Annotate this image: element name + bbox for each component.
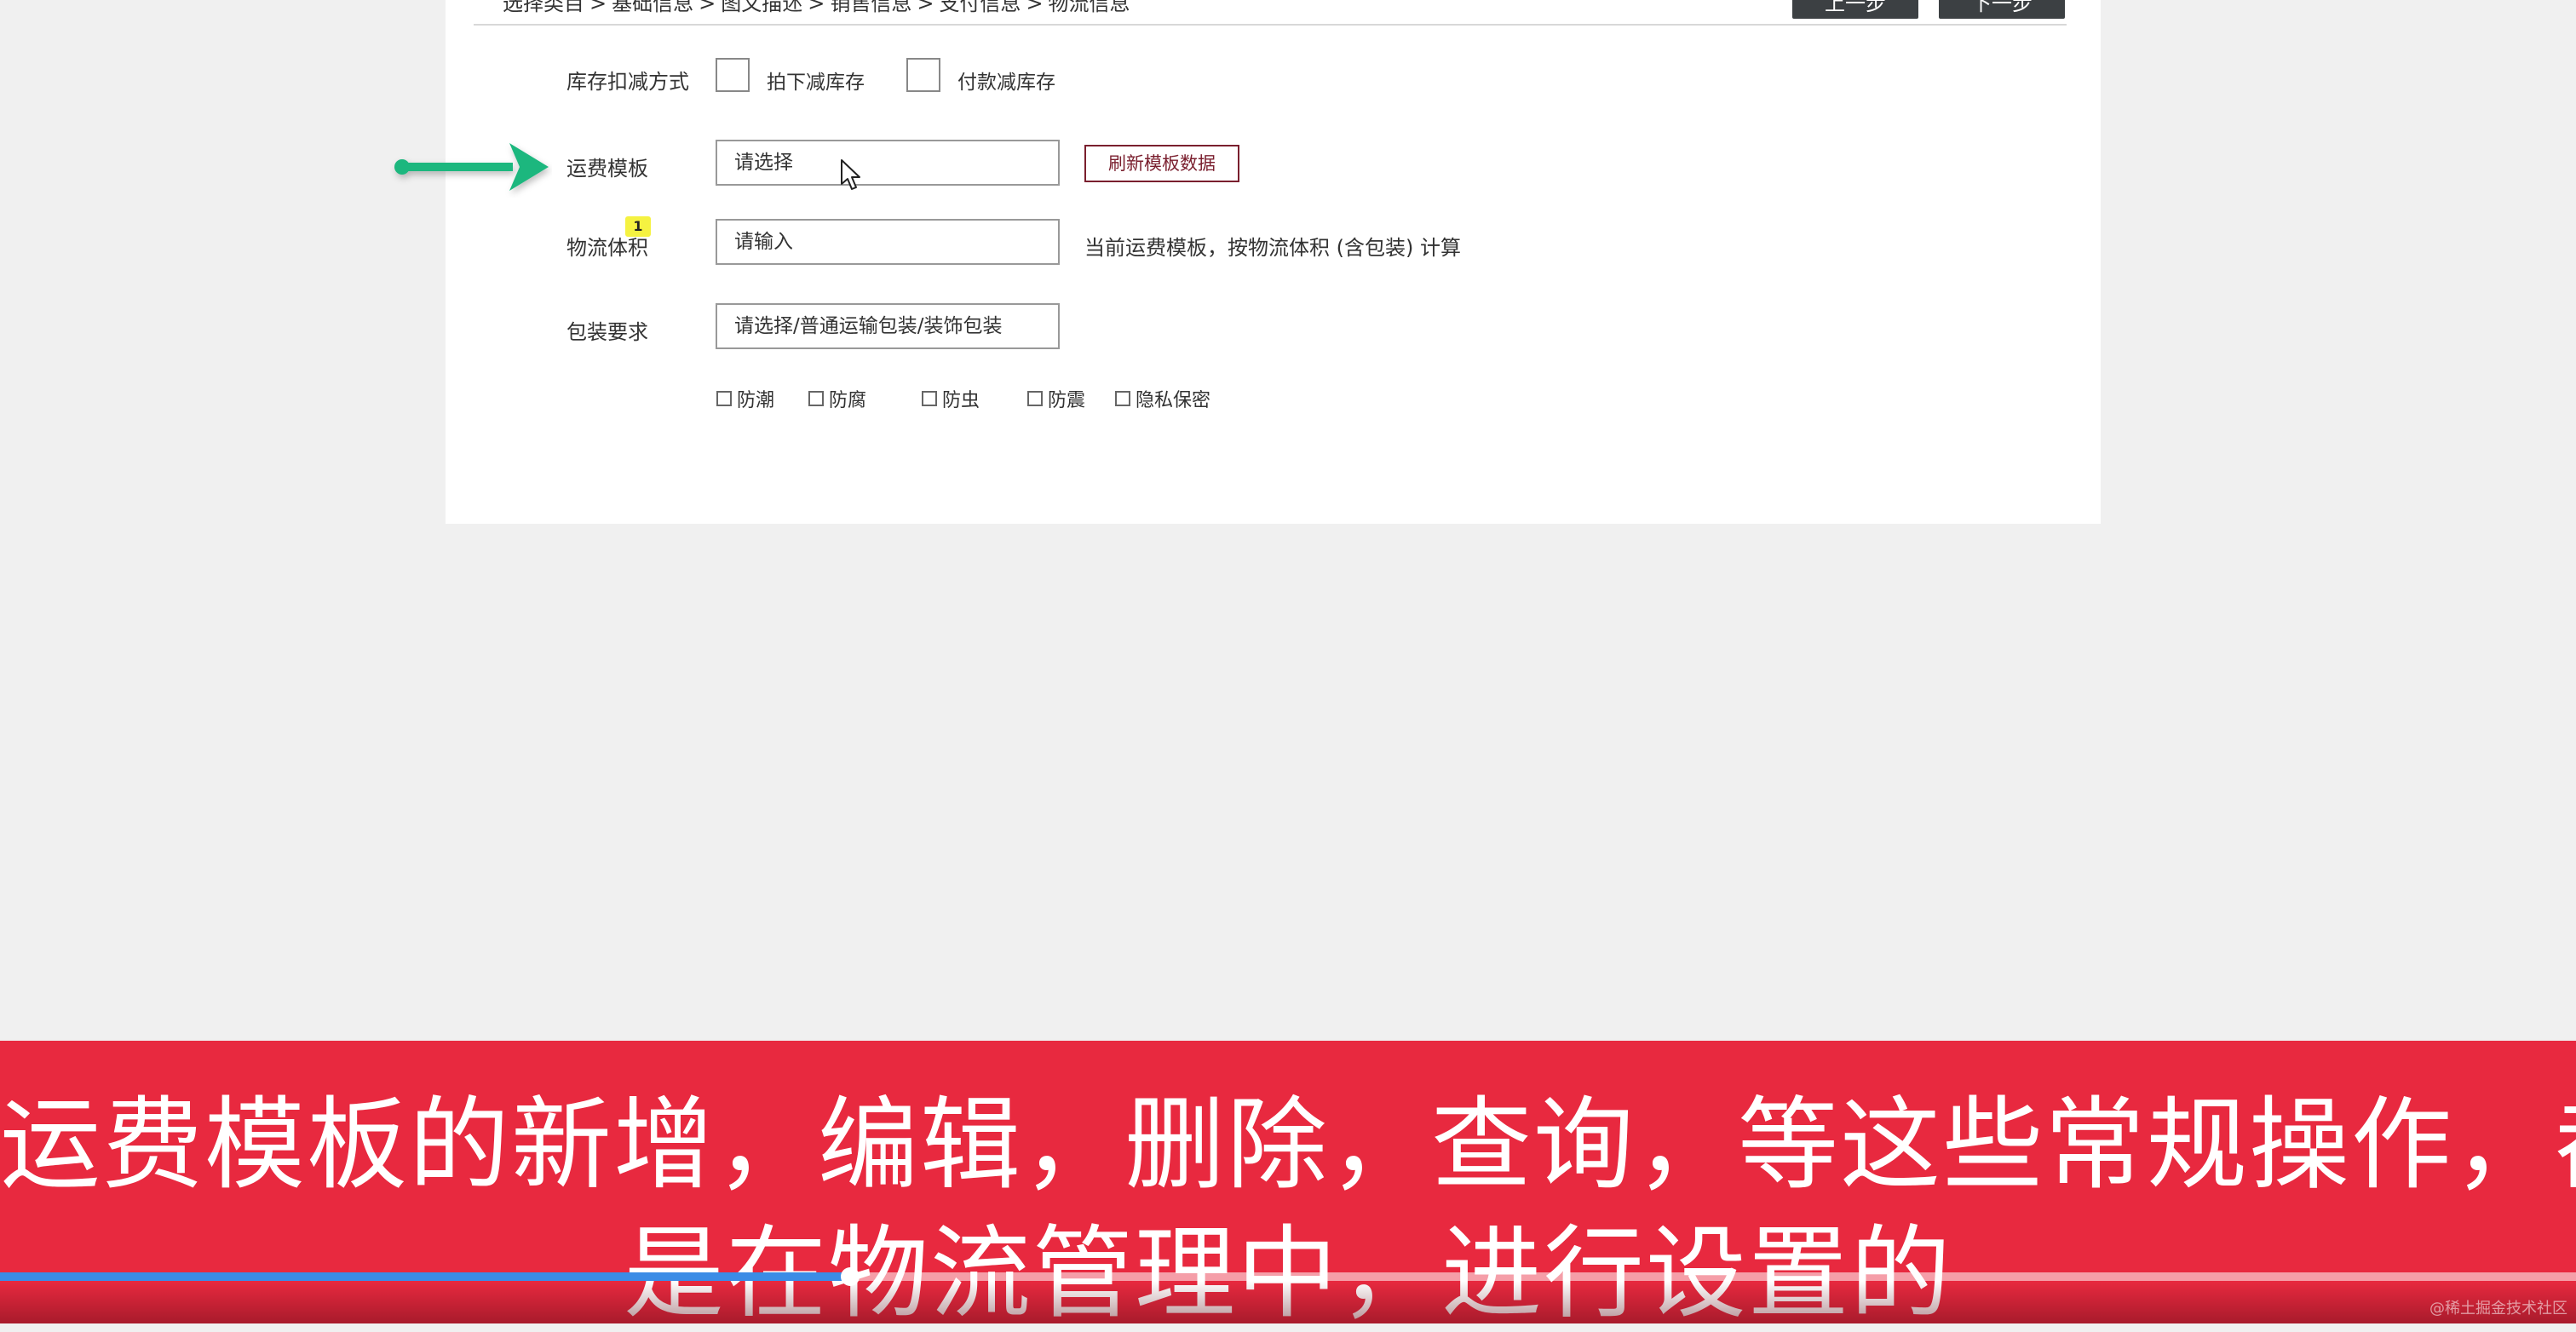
step-badge: 1 xyxy=(625,216,651,237)
packaging-label: 包装要求 xyxy=(566,320,648,344)
option-label: 防潮 xyxy=(737,390,775,411)
option-label: 防虫 xyxy=(942,390,980,411)
arrow-right-icon xyxy=(394,143,549,191)
video-progress-bar[interactable] xyxy=(0,1267,2576,1286)
deduct-on-order-label: 拍下减库存 xyxy=(767,72,865,94)
packaging-option-shock[interactable]: 防震 xyxy=(1027,385,1085,412)
breadcrumb-item-current: 物流信息 xyxy=(1048,0,1130,15)
packaging-option-corrosion[interactable]: 防腐 xyxy=(808,385,866,412)
subtitle-line-1: 运费模板的新增，编辑，删除，查询，等这些常规操作，都 xyxy=(0,1086,2576,1203)
packaging-option-moisture[interactable]: 防潮 xyxy=(716,385,774,412)
video-progress-fill xyxy=(0,1272,850,1281)
option-label: 防腐 xyxy=(829,390,867,411)
breadcrumb-separator: > xyxy=(917,0,934,15)
breadcrumb-item[interactable]: 选择类目 xyxy=(503,0,584,15)
refresh-template-button[interactable]: 刷新模板数据 xyxy=(1084,145,1239,182)
header-divider xyxy=(474,24,2067,26)
checkbox[interactable] xyxy=(1027,391,1043,406)
checkbox[interactable] xyxy=(716,391,732,406)
deduct-on-payment-label: 付款减库存 xyxy=(957,72,1055,94)
breadcrumb-separator: > xyxy=(808,0,825,15)
shipping-template-label: 运费模板 xyxy=(566,157,648,181)
video-progress-handle[interactable] xyxy=(841,1267,860,1286)
logistics-volume-input[interactable] xyxy=(716,219,1060,265)
shipping-template-select[interactable] xyxy=(716,140,1060,186)
breadcrumb-separator: > xyxy=(699,0,716,15)
option-label: 防震 xyxy=(1048,390,1086,411)
prev-step-button[interactable]: 上一步 xyxy=(1792,0,1918,19)
checkbox[interactable] xyxy=(922,391,937,406)
watermark: @稀土掘金技术社区 xyxy=(2429,1300,2567,1318)
volume-hint-text: 当前运费模板，按物流体积 (含包装) 计算 xyxy=(1084,236,1461,260)
breadcrumb-item[interactable]: 销售信息 xyxy=(830,0,911,15)
deduct-on-payment-checkbox[interactable] xyxy=(906,58,940,92)
player-shade xyxy=(0,1281,2576,1323)
packaging-option-privacy[interactable]: 隐私保密 xyxy=(1115,385,1210,412)
inventory-method-label: 库存扣减方式 xyxy=(566,70,689,94)
option-label: 隐私保密 xyxy=(1136,390,1211,411)
breadcrumb-item[interactable]: 基础信息 xyxy=(612,0,693,15)
deduct-on-order-checkbox[interactable] xyxy=(716,58,750,92)
form-panel xyxy=(446,0,2101,524)
checkbox[interactable] xyxy=(1115,391,1130,406)
breadcrumb: 选择类目 > 基础信息 > 图文描述 > 销售信息 > 支付信息 > 物流信息 xyxy=(503,0,1130,16)
packaging-select[interactable] xyxy=(716,303,1060,349)
checkbox[interactable] xyxy=(808,391,824,406)
breadcrumb-separator: > xyxy=(1026,0,1044,15)
packaging-option-insect[interactable]: 防虫 xyxy=(922,385,980,412)
mouse-cursor-icon xyxy=(841,159,860,190)
breadcrumb-item[interactable]: 图文描述 xyxy=(721,0,802,15)
breadcrumb-item[interactable]: 支付信息 xyxy=(939,0,1021,15)
next-step-button[interactable]: 下一步 xyxy=(1939,0,2065,19)
breadcrumb-separator: > xyxy=(589,0,607,15)
